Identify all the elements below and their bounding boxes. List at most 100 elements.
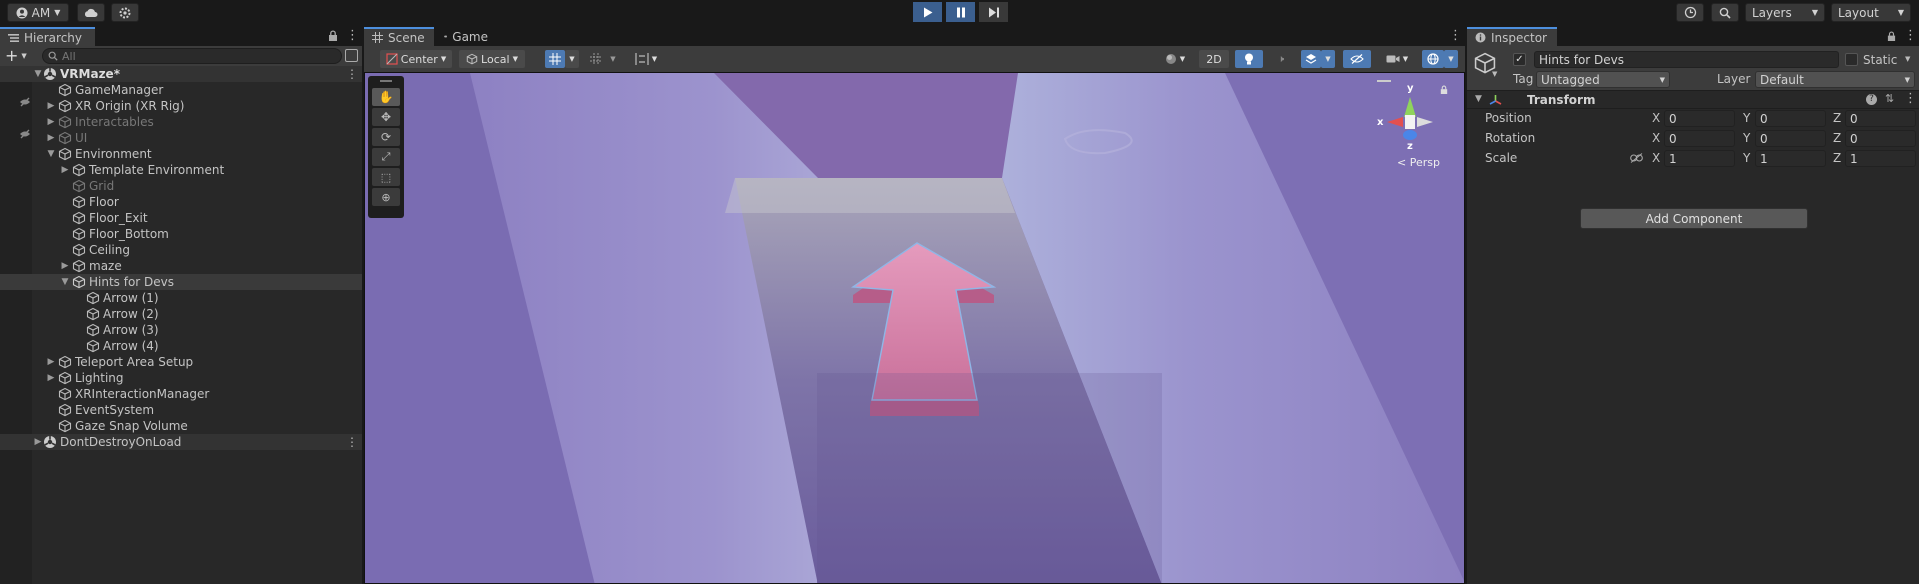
more-menu-icon[interactable]: ⋮: [346, 67, 358, 81]
increment-snap-button[interactable]: [586, 50, 606, 68]
chevron-down-icon[interactable]: ▼: [1492, 70, 1497, 78]
drag-handle-icon[interactable]: [380, 80, 392, 82]
tree-item[interactable]: EventSystem: [0, 402, 362, 418]
lock-icon[interactable]: [1887, 31, 1896, 42]
pause-button[interactable]: [946, 2, 975, 22]
active-checkbox[interactable]: ✓: [1513, 53, 1526, 66]
audio-toggle[interactable]: 🕨: [1268, 50, 1294, 68]
tree-item[interactable]: ▶ Interactables: [0, 114, 362, 130]
scene-viewport[interactable]: ✋ ✥ ⟳ ⤢ ⬚ ⊕ y x z < Persp: [364, 72, 1465, 584]
tree-item[interactable]: GameManager: [0, 82, 362, 98]
grid-snap-button[interactable]: [545, 50, 565, 68]
draw-mode-dropdown[interactable]: ▼: [1157, 50, 1193, 68]
constrain-proportions-icon[interactable]: [1630, 153, 1643, 163]
play-button[interactable]: [913, 2, 942, 22]
add-component-button[interactable]: Add Component: [1580, 208, 1808, 229]
tab-game[interactable]: Game: [436, 27, 496, 46]
tree-item[interactable]: Grid: [0, 178, 362, 194]
drag-handle-icon[interactable]: [1377, 80, 1391, 82]
tree-item[interactable]: ▶ Template Environment: [0, 162, 362, 178]
tree-item[interactable]: Arrow (1): [0, 290, 362, 306]
hidden-objects-toggle[interactable]: [1343, 50, 1371, 68]
expand-arrow-icon[interactable]: ▶: [46, 101, 56, 111]
tree-item[interactable]: ▼ Environment: [0, 146, 362, 162]
expand-arrow-icon[interactable]: ▶: [46, 133, 56, 143]
scale-z-field[interactable]: 1: [1845, 150, 1916, 167]
space-local-dropdown[interactable]: Local ▼: [459, 50, 525, 68]
tab-hierarchy[interactable]: Hierarchy: [0, 27, 95, 46]
expand-arrow-icon[interactable]: ▶: [33, 437, 43, 447]
tree-item[interactable]: ▶ Lighting: [0, 370, 362, 386]
more-menu-icon[interactable]: ⋮: [346, 28, 359, 43]
transform-header[interactable]: ▼ Transform ? ⇅ ⋮: [1467, 90, 1919, 109]
toggle-2d-button[interactable]: 2D: [1199, 50, 1229, 68]
services-button[interactable]: [111, 3, 139, 22]
rotate-tool-button[interactable]: ⟳: [372, 128, 400, 146]
lock-icon[interactable]: [328, 30, 338, 42]
more-menu-icon[interactable]: ⋮: [1449, 28, 1462, 43]
tree-item[interactable]: Ceiling: [0, 242, 362, 258]
search-button[interactable]: [1711, 3, 1739, 22]
expand-arrow-icon[interactable]: ▶: [46, 357, 56, 367]
hierarchy-search[interactable]: [42, 48, 342, 64]
increment-snap-dropdown[interactable]: ▼: [606, 50, 620, 68]
scale-x-field[interactable]: 1: [1664, 150, 1735, 167]
tree-item[interactable]: Arrow (4): [0, 338, 362, 354]
scene-row-vrmaze[interactable]: ▼ VRMaze* ⋮: [0, 66, 362, 82]
tree-item-selected[interactable]: ▼ Hints for Devs: [0, 274, 362, 290]
help-icon[interactable]: ?: [1866, 94, 1877, 105]
rotation-y-field[interactable]: 0: [1755, 130, 1826, 147]
scene-visibility-icon[interactable]: [345, 49, 358, 62]
expand-arrow-icon[interactable]: ▼: [60, 277, 70, 287]
expand-arrow-icon[interactable]: ▶: [60, 165, 70, 175]
hierarchy-search-input[interactable]: [62, 49, 322, 63]
history-button[interactable]: [1676, 3, 1704, 22]
account-dropdown[interactable]: AM ▼: [7, 3, 69, 22]
tab-scene[interactable]: Scene: [364, 27, 434, 46]
lighting-toggle[interactable]: [1235, 50, 1263, 68]
hand-tool-button[interactable]: ✋: [372, 88, 400, 106]
tree-item[interactable]: Floor: [0, 194, 362, 210]
orientation-gizmo[interactable]: y x z < Persp: [1365, 79, 1455, 179]
tree-item[interactable]: ▶ UI: [0, 130, 362, 146]
scale-tool-button[interactable]: ⤢: [372, 148, 400, 166]
layers-dropdown[interactable]: Layers ▼: [1745, 3, 1825, 22]
grid-snap-dropdown[interactable]: ▼: [565, 50, 579, 68]
tab-inspector[interactable]: Inspector: [1467, 27, 1557, 46]
more-menu-icon[interactable]: ⋮: [346, 435, 358, 449]
rotation-z-field[interactable]: 0: [1845, 130, 1916, 147]
transform-tool-button[interactable]: ⊕: [372, 188, 400, 206]
tree-item[interactable]: ▶ Teleport Area Setup: [0, 354, 362, 370]
rect-tool-button[interactable]: ⬚: [372, 168, 400, 186]
tree-item[interactable]: Floor_Bottom: [0, 226, 362, 242]
position-x-field[interactable]: 0: [1664, 110, 1735, 127]
expand-arrow-icon[interactable]: ▼: [1475, 94, 1482, 104]
position-z-field[interactable]: 0: [1845, 110, 1916, 127]
more-menu-icon[interactable]: ⋮: [1904, 91, 1917, 106]
tree-item[interactable]: ▶ XR Origin (XR Rig): [0, 98, 362, 114]
tree-item[interactable]: ▶ maze: [0, 258, 362, 274]
tree-item[interactable]: Arrow (2): [0, 306, 362, 322]
create-button[interactable]: + ▼: [5, 48, 33, 64]
chevron-down-icon[interactable]: ▼: [1905, 55, 1910, 63]
tag-dropdown[interactable]: Untagged ▼: [1536, 71, 1670, 88]
layer-dropdown[interactable]: Default ▼: [1755, 71, 1915, 88]
preset-icon[interactable]: ⇅: [1885, 92, 1894, 105]
tree-item[interactable]: Floor_Exit: [0, 210, 362, 226]
static-checkbox[interactable]: [1845, 53, 1858, 66]
tree-item[interactable]: Arrow (3): [0, 322, 362, 338]
effects-toggle[interactable]: [1301, 50, 1321, 68]
scale-y-field[interactable]: 1: [1755, 150, 1826, 167]
camera-dropdown[interactable]: ▼: [1379, 50, 1415, 68]
tree-item[interactable]: Gaze Snap Volume: [0, 418, 362, 434]
move-tool-button[interactable]: ✥: [372, 108, 400, 126]
tree-item[interactable]: XRInteractionManager: [0, 386, 362, 402]
expand-arrow-icon[interactable]: ▶: [46, 373, 56, 383]
effects-dropdown[interactable]: ▼: [1321, 50, 1335, 68]
position-y-field[interactable]: 0: [1755, 110, 1826, 127]
object-name-field[interactable]: Hints for Devs: [1534, 51, 1839, 68]
scene-row-dontdestroyonload[interactable]: ▶ DontDestroyOnLoad ⋮: [0, 434, 362, 450]
step-button[interactable]: [979, 2, 1008, 22]
expand-arrow-icon[interactable]: ▼: [46, 149, 56, 159]
pivot-center-dropdown[interactable]: Center ▼: [380, 50, 452, 68]
